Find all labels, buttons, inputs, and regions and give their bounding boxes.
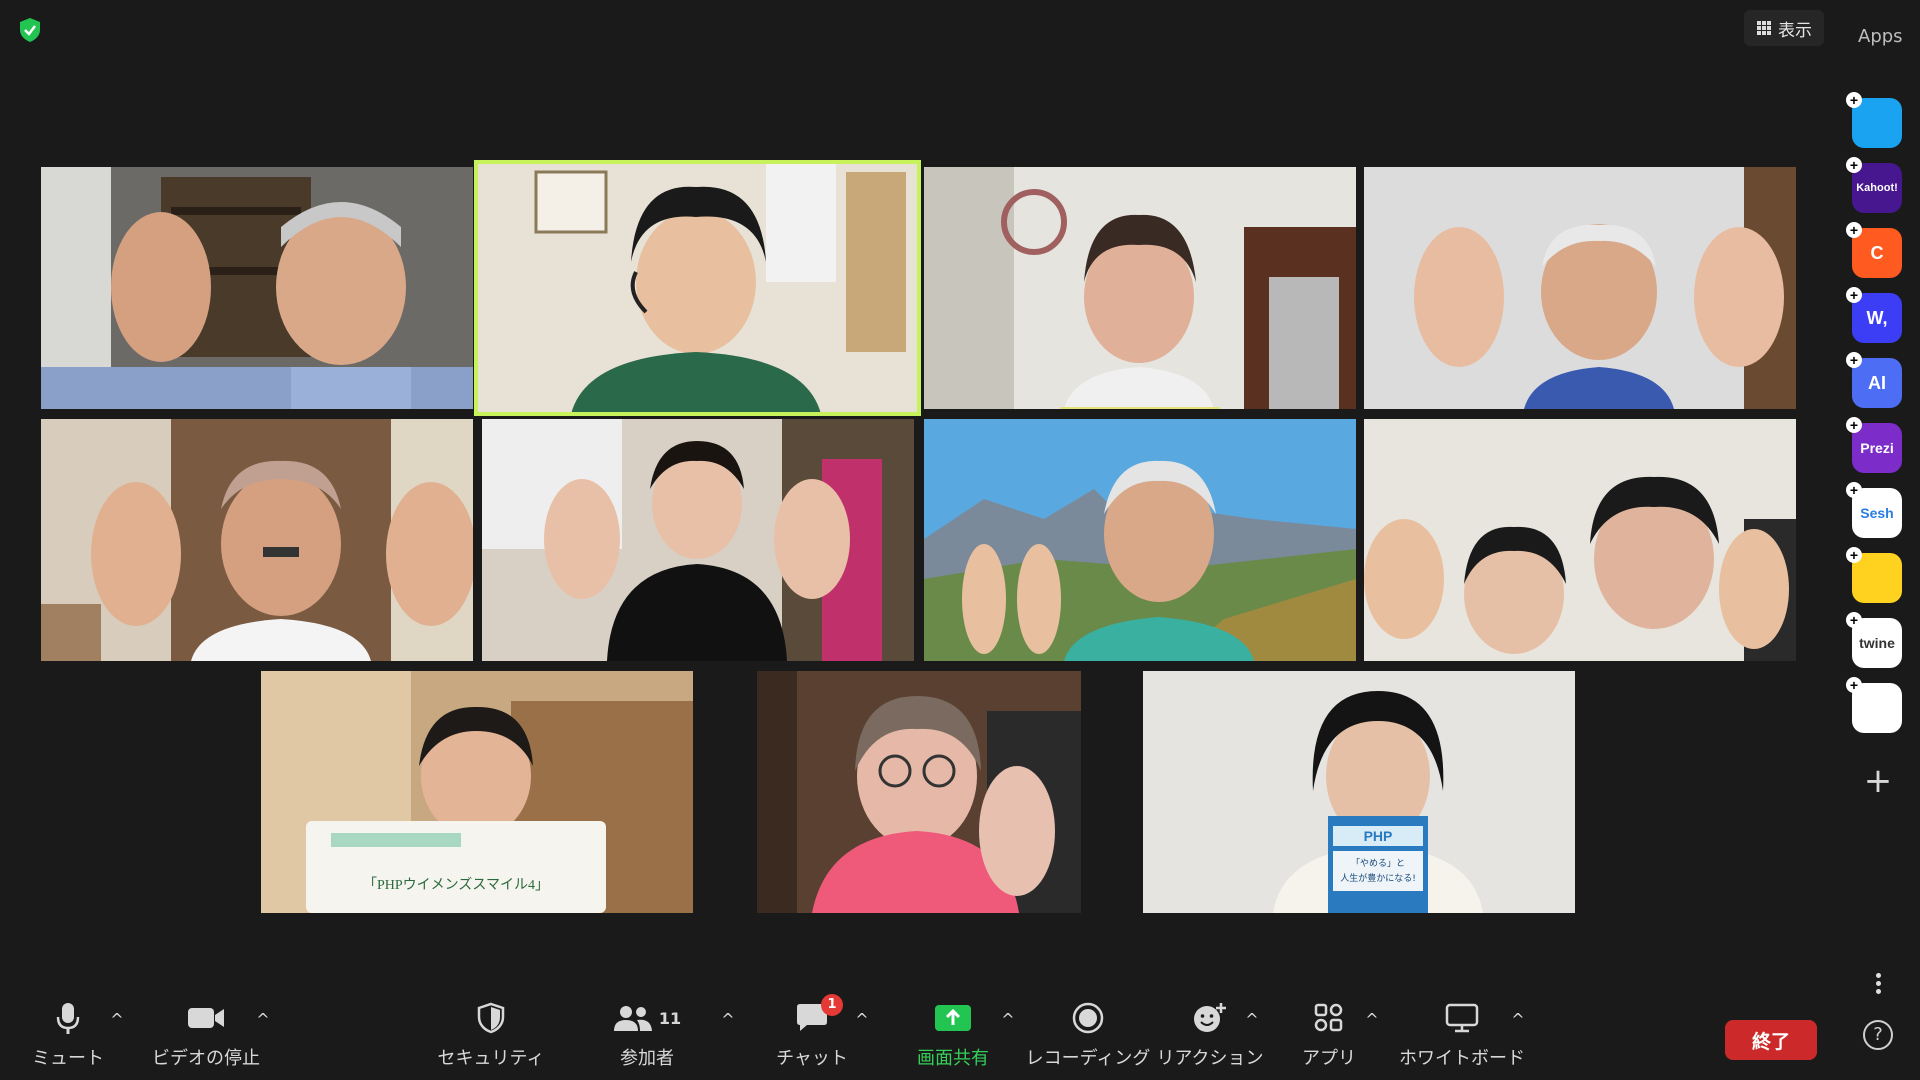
add-plus-icon: + xyxy=(1846,547,1862,563)
book-line-2: 人生が豊かになる! xyxy=(1340,872,1416,884)
participants-options-chevron-icon[interactable]: ^ xyxy=(718,1010,738,1030)
security-button[interactable]: セキュリティ xyxy=(426,1000,556,1070)
share-screen-label: 画面共有 xyxy=(917,1048,989,1069)
smiley-plus-icon xyxy=(1194,1003,1226,1032)
participants-icon xyxy=(613,1006,652,1031)
sesh-app-label: Sesh xyxy=(1860,505,1894,521)
book-line-1: 「やめる」と xyxy=(1351,858,1405,869)
help-icon[interactable]: ? xyxy=(1863,1020,1893,1050)
video-tile-participant-1[interactable] xyxy=(41,167,473,409)
apps-panel-title: Apps xyxy=(1858,26,1903,47)
video-tile-participant-10[interactable] xyxy=(757,671,1081,913)
add-plus-icon: + xyxy=(1846,612,1862,628)
ai-app-label: AI xyxy=(1868,372,1886,393)
zoom-meeting-window: 表示 Apps 「PHPウイメンズスマイル4」 PHP 「やめる」と 人生が豊か… xyxy=(0,0,1920,1080)
video-tile-participant-4[interactable] xyxy=(1364,167,1796,409)
orange-app-icon[interactable]: C + xyxy=(1846,222,1902,278)
reactions-options-chevron-icon[interactable]: ^ xyxy=(1242,1010,1262,1030)
participants-button[interactable]: 11 参加者 xyxy=(582,1000,712,1070)
add-plus-icon: + xyxy=(1846,222,1862,238)
video-tile-participant-7[interactable] xyxy=(924,419,1356,661)
record-label: レコーディング xyxy=(1025,1048,1151,1069)
sesh-app-icon[interactable]: Sesh + xyxy=(1846,482,1902,538)
prezi-app-icon[interactable]: Prezi + xyxy=(1846,417,1902,473)
participants-count: 11 xyxy=(658,1008,682,1028)
whiteboard-options-chevron-icon[interactable]: ^ xyxy=(1508,1010,1528,1030)
apps-icon xyxy=(1314,1003,1343,1032)
ai-app-icon[interactable]: AI + xyxy=(1846,352,1902,408)
apps-label: アプリ xyxy=(1302,1048,1356,1069)
view-label: 表示 xyxy=(1778,20,1812,41)
video-tile-participant-9[interactable]: 「PHPウイメンズスマイル4」 xyxy=(261,671,693,913)
apps-options-chevron-icon[interactable]: ^ xyxy=(1362,1010,1382,1030)
share-options-chevron-icon[interactable]: ^ xyxy=(998,1010,1018,1030)
orange-app-label: C xyxy=(1870,242,1884,263)
chat-options-chevron-icon[interactable]: ^ xyxy=(852,1010,872,1030)
emoji-app-icon[interactable]: + xyxy=(1846,547,1902,603)
add-app-icon[interactable]: + xyxy=(1860,764,1896,800)
video-tile-participant-11[interactable]: PHP 「やめる」と 人生が豊かになる! xyxy=(1143,671,1575,913)
add-plus-icon: + xyxy=(1846,482,1862,498)
audio-options-chevron-icon[interactable]: ^ xyxy=(107,1010,127,1030)
record-icon xyxy=(1072,1002,1104,1034)
video-camera-icon xyxy=(188,1008,224,1028)
twine-app-icon[interactable]: twine + xyxy=(1846,612,1902,668)
wooclap-app-label: W, xyxy=(1866,307,1888,328)
video-tile-participant-3[interactable] xyxy=(924,167,1356,409)
chat-unread-badge: 1 xyxy=(821,994,843,1016)
whiteboard-label: ホワイトボード xyxy=(1399,1048,1525,1069)
reactions-label: リアクション xyxy=(1156,1048,1264,1069)
end-meeting-button[interactable]: 終了 xyxy=(1725,1020,1817,1060)
book-title-text: 「PHPウイメンズスマイル4」 xyxy=(363,877,549,893)
prezi-app-label: Prezi xyxy=(1860,440,1894,456)
share-screen-icon xyxy=(935,1005,971,1031)
microphone-icon xyxy=(56,1003,80,1034)
whiteboard-icon xyxy=(1445,1003,1479,1033)
video-tile-participant-2[interactable] xyxy=(474,160,921,416)
add-plus-icon: + xyxy=(1846,352,1862,368)
record-button[interactable]: レコーディング xyxy=(1023,1000,1153,1070)
add-plus-icon: + xyxy=(1846,157,1862,173)
encryption-shield-icon[interactable] xyxy=(15,15,45,45)
book-cover-text: PHP xyxy=(1364,828,1393,844)
add-plus-icon: + xyxy=(1846,417,1862,433)
add-plus-icon: + xyxy=(1846,677,1862,693)
participants-label: 参加者 xyxy=(620,1048,674,1069)
add-plus-icon: + xyxy=(1846,287,1862,303)
video-tile-participant-5[interactable] xyxy=(41,419,473,661)
kahoot-app-icon[interactable]: Kahoot! + xyxy=(1846,157,1902,213)
stop-video-button[interactable]: ビデオの停止 xyxy=(141,1000,271,1070)
video-options-chevron-icon[interactable]: ^ xyxy=(253,1010,273,1030)
blocks-app-icon[interactable]: + xyxy=(1846,677,1902,733)
video-tile-participant-8[interactable] xyxy=(1364,419,1796,661)
mute-label: ミュート xyxy=(32,1048,104,1069)
audio-level-bar xyxy=(1060,407,1220,409)
video-tile-participant-6[interactable] xyxy=(482,419,914,661)
wooclap-app-icon[interactable]: W, + xyxy=(1846,287,1902,343)
view-button[interactable]: 表示 xyxy=(1744,10,1824,46)
chat-label: チャット xyxy=(776,1048,848,1069)
grid-icon xyxy=(1757,21,1771,35)
stop-video-label: ビデオの停止 xyxy=(152,1048,260,1069)
twine-app-label: twine xyxy=(1859,635,1895,651)
kahoot-app-label: Kahoot! xyxy=(1856,182,1898,194)
zoom-app-icon[interactable]: + xyxy=(1846,92,1902,148)
security-label: セキュリティ xyxy=(437,1048,545,1069)
add-plus-icon: + xyxy=(1846,92,1862,108)
security-shield-icon xyxy=(477,1002,505,1034)
